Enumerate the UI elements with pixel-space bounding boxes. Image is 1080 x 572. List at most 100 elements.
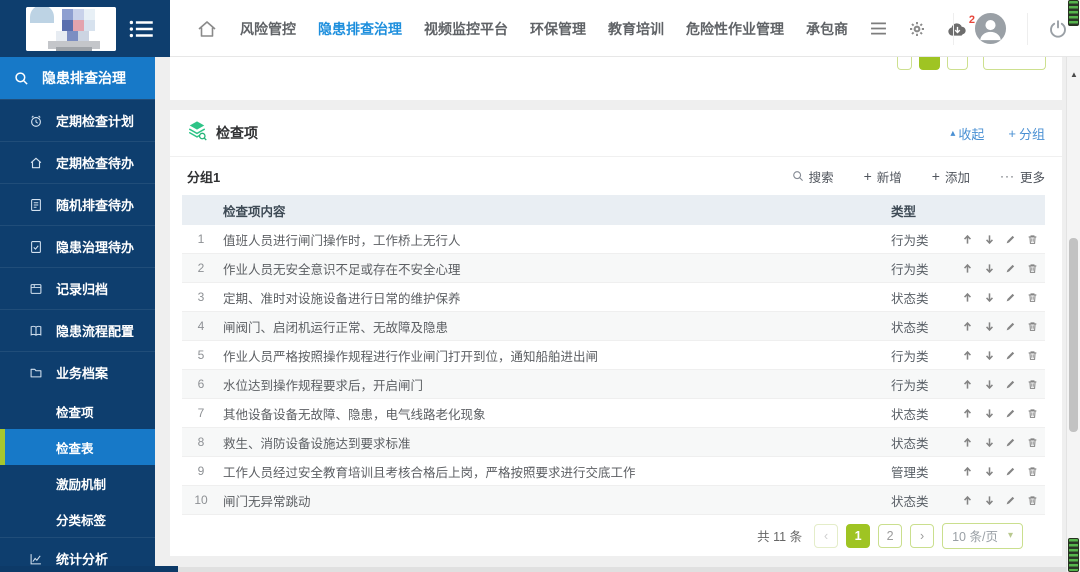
delete-icon[interactable] — [1025, 491, 1040, 509]
bottom-edge-strip — [178, 567, 1080, 572]
toolbar-button[interactable]: 搜索 — [792, 167, 834, 186]
sidebar-item[interactable]: 检查项 — [0, 393, 155, 429]
move-up-icon[interactable] — [960, 375, 975, 393]
delete-icon[interactable] — [1025, 346, 1040, 364]
collapse-button[interactable]: ▴ 收起 — [950, 124, 984, 143]
plus-icon: + — [864, 168, 872, 184]
prev-page-button[interactable]: ‹ — [814, 524, 838, 548]
sidebar-item[interactable]: 业务档案 — [0, 351, 155, 393]
edit-icon[interactable] — [1003, 288, 1018, 306]
move-up-icon[interactable] — [960, 317, 975, 335]
table-row[interactable]: 4 闸阀门、启闭机运行正常、无故障及隐患 状态类 — [182, 312, 1045, 341]
power-icon[interactable] — [1048, 19, 1068, 39]
sidebar-item[interactable]: 激励机制 — [0, 465, 155, 501]
delete-icon[interactable] — [1025, 462, 1040, 480]
vertical-scrollbar[interactable]: ▲ — [1066, 57, 1080, 572]
nav-item[interactable]: 危险性作业管理 — [686, 19, 784, 39]
sidebar-item[interactable]: 隐患流程配置 — [0, 309, 155, 351]
nav-item[interactable]: 隐患排查治理 — [318, 19, 402, 39]
page-size-select[interactable]: 10 条/页 ▾ — [942, 523, 1023, 549]
edit-icon[interactable] — [1003, 259, 1018, 277]
move-down-icon[interactable] — [982, 375, 997, 393]
move-down-icon[interactable] — [982, 346, 997, 364]
edit-icon[interactable] — [1003, 230, 1018, 248]
sidebar-item[interactable]: 隐患治理待办 — [0, 225, 155, 267]
table-row[interactable]: 1 值班人员进行闸门操作时，工作桥上无行人 行为类 — [182, 225, 1045, 254]
sidebar-item[interactable]: 随机排查待办 — [0, 183, 155, 225]
nav-item[interactable]: 教育培训 — [608, 19, 664, 39]
sidebar-root-item[interactable]: 隐患排查治理 — [0, 57, 155, 99]
toolbar-button[interactable]: + 新增 — [864, 167, 902, 186]
table-row[interactable]: 9 工作人员经过安全教育培训且考核合格后上岗，严格按照要求进行交底工作 管理类 — [182, 457, 1045, 486]
delete-icon[interactable] — [1025, 317, 1040, 335]
avatar[interactable] — [974, 12, 1007, 45]
table-row[interactable]: 7 其他设备设备无故障、隐患，电气线路老化现象 状态类 — [182, 399, 1045, 428]
edit-icon[interactable] — [1003, 375, 1018, 393]
move-down-icon[interactable] — [982, 230, 997, 248]
open-book-icon — [29, 324, 45, 338]
edit-icon[interactable] — [1003, 462, 1018, 480]
table-row[interactable]: 10 闸门无异常跳动 状态类 — [182, 486, 1045, 515]
home-icon[interactable] — [196, 19, 218, 39]
move-down-icon[interactable] — [982, 288, 997, 306]
nav-item[interactable]: 视频监控平台 — [424, 19, 508, 39]
sidebar-item[interactable]: 定期检查计划 — [0, 99, 155, 141]
add-group-button[interactable]: + 分组 — [1008, 124, 1045, 143]
move-down-icon[interactable] — [982, 433, 997, 451]
move-down-icon[interactable] — [982, 317, 997, 335]
scrolled-panel-remnant — [170, 57, 1062, 100]
page-button[interactable]: 2 — [878, 524, 902, 548]
edit-icon[interactable] — [1003, 491, 1018, 509]
move-down-icon[interactable] — [982, 462, 997, 480]
edit-icon[interactable] — [1003, 404, 1018, 422]
move-down-icon[interactable] — [982, 259, 997, 277]
sidebar-item[interactable]: 检查表 — [0, 429, 155, 465]
table-row[interactable]: 2 作业人员无安全意识不足或存在不安全心理 行为类 — [182, 254, 1045, 283]
move-up-icon[interactable] — [960, 346, 975, 364]
move-up-icon[interactable] — [960, 230, 975, 248]
sidebar-item[interactable]: 定期检查待办 — [0, 141, 155, 183]
panel-header: 检查项 ▴ 收起 + 分组 — [170, 110, 1062, 157]
page-button[interactable]: 1 — [846, 524, 870, 548]
move-down-icon[interactable] — [982, 491, 997, 509]
cutoff-prev-button[interactable] — [897, 57, 912, 70]
toolbar-button[interactable]: ··· 更多 — [1000, 167, 1045, 186]
table-row[interactable]: 5 作业人员严格按照操作规程进行作业闸门打开到位，通知船舶进出闸 行为类 — [182, 341, 1045, 370]
edit-icon[interactable] — [1003, 346, 1018, 364]
move-up-icon[interactable] — [960, 404, 975, 422]
delete-icon[interactable] — [1025, 230, 1040, 248]
sidebar-item[interactable]: 分类标签 — [0, 501, 155, 537]
sidebar-toggle-icon[interactable] — [129, 20, 154, 43]
delete-icon[interactable] — [1025, 288, 1040, 306]
delete-icon[interactable] — [1025, 259, 1040, 277]
delete-icon[interactable] — [1025, 404, 1040, 422]
sidebar-item[interactable]: 记录归档 — [0, 267, 155, 309]
table-row[interactable]: 3 定期、准时对设施设备进行日常的维护保养 状态类 — [182, 283, 1045, 312]
move-down-icon[interactable] — [982, 404, 997, 422]
cutoff-next-button[interactable] — [947, 57, 968, 70]
nav-item[interactable]: 环保管理 — [530, 19, 586, 39]
cutoff-pagesize-select[interactable] — [983, 57, 1046, 70]
nav-item[interactable]: 承包商 — [806, 19, 848, 39]
edit-icon[interactable] — [1003, 433, 1018, 451]
nav-item[interactable]: 风险管控 — [240, 19, 296, 39]
edit-icon[interactable] — [1003, 317, 1018, 335]
menu-lines-icon[interactable] — [870, 22, 887, 35]
top-bar-right — [953, 0, 1068, 57]
move-up-icon[interactable] — [960, 259, 975, 277]
move-up-icon[interactable] — [960, 491, 975, 509]
scroll-up-arrow[interactable]: ▲ — [1067, 70, 1080, 79]
move-up-icon[interactable] — [960, 462, 975, 480]
move-up-icon[interactable] — [960, 433, 975, 451]
scrollbar-thumb[interactable] — [1069, 238, 1078, 432]
move-up-icon[interactable] — [960, 288, 975, 306]
delete-icon[interactable] — [1025, 433, 1040, 451]
delete-icon[interactable] — [1025, 375, 1040, 393]
table-row[interactable]: 8 救生、消防设备设施达到要求标准 状态类 — [182, 428, 1045, 457]
cutoff-page-button[interactable] — [919, 57, 940, 70]
next-page-button[interactable]: › — [910, 524, 934, 548]
table-row[interactable]: 6 水位达到操作规程要求后，开启闸门 行为类 — [182, 370, 1045, 399]
file-check-icon — [29, 240, 45, 254]
toolbar-button[interactable]: + 添加 — [932, 167, 970, 186]
gear-icon[interactable] — [909, 21, 925, 37]
